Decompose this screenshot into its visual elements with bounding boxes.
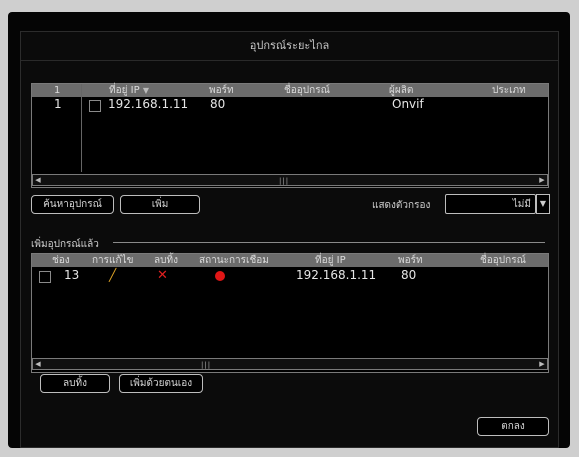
col-device-name[interactable]: ชื่ออุปกรณ์ bbox=[480, 254, 526, 267]
scroll-right-icon[interactable]: ▶ bbox=[537, 359, 547, 369]
dialog-title: อุปกรณ์ระยะไกล bbox=[249, 39, 330, 52]
row-port: 80 bbox=[210, 97, 226, 111]
scroll-thumb[interactable]: ||| bbox=[279, 177, 289, 185]
filter-dropdown-button[interactable]: ▼ bbox=[536, 194, 550, 214]
filter-select[interactable]: ไม่มี bbox=[445, 194, 536, 214]
row-ip: 192.168.1.11 bbox=[296, 268, 377, 282]
table-row[interactable]: 13 ╱ ✕ 192.168.1.11 80 bbox=[32, 268, 548, 284]
col-index: 1 bbox=[54, 85, 61, 96]
manual-add-button[interactable]: เพิ่มด้วยตนเอง bbox=[119, 374, 203, 393]
row-port: 80 bbox=[401, 268, 417, 282]
scroll-left-icon[interactable]: ◀ bbox=[33, 175, 43, 185]
horizontal-scrollbar[interactable]: ◀ ||| ▶ bbox=[32, 358, 548, 370]
search-device-button[interactable]: ค้นหาอุปกรณ์ bbox=[31, 195, 114, 214]
scroll-right-icon[interactable]: ▶ bbox=[537, 175, 547, 185]
added-devices-table: ช่อง การแก้ไข ลบทิ้ง สถานะการเชื่อม ที่อ… bbox=[31, 253, 549, 373]
col-delete[interactable]: ลบทิ้ง bbox=[154, 254, 178, 267]
col-edit[interactable]: การแก้ไข bbox=[92, 254, 133, 267]
col-port[interactable]: พอร์ท bbox=[398, 254, 423, 267]
table-header: ช่อง การแก้ไข ลบทิ้ง สถานะการเชื่อม ที่อ… bbox=[32, 254, 548, 267]
filter-label: แสดงตัวกรอง bbox=[372, 200, 431, 211]
edit-icon[interactable]: ╱ bbox=[109, 268, 116, 282]
row-manufacturer: Onvif bbox=[392, 97, 424, 111]
row-channel: 13 bbox=[64, 268, 80, 282]
col-manufacturer[interactable]: ผู้ผลิต bbox=[389, 84, 413, 97]
sort-desc-icon: ▼ bbox=[142, 86, 149, 95]
scroll-left-icon[interactable]: ◀ bbox=[33, 359, 43, 369]
chevron-down-icon: ▼ bbox=[539, 199, 547, 208]
delete-icon[interactable]: ✕ bbox=[157, 268, 168, 283]
delete-button[interactable]: ลบทิ้ง bbox=[40, 374, 110, 393]
col-connection-status[interactable]: สถานะการเชื่อม bbox=[199, 254, 289, 267]
col-ip[interactable]: ที่อยู่ IP bbox=[315, 254, 346, 267]
col-channel[interactable]: ช่อง bbox=[52, 254, 70, 267]
title-bar: อุปกรณ์ระยะไกล bbox=[21, 32, 558, 61]
col-ip[interactable]: ที่อยู่ IP ▼ bbox=[109, 84, 149, 97]
row-checkbox[interactable] bbox=[39, 271, 51, 283]
device-search-table: 1 ที่อยู่ IP ▼ พอร์ท ชื่ออุปกรณ์ ผู้ผลิต… bbox=[31, 83, 549, 188]
filter-value: ไม่มี bbox=[512, 199, 531, 210]
ok-button[interactable]: ตกลง bbox=[477, 417, 549, 436]
table-header: 1 ที่อยู่ IP ▼ พอร์ท ชื่ออุปกรณ์ ผู้ผลิต… bbox=[32, 84, 548, 97]
table-row[interactable]: 1 192.168.1.11 80 Onvif bbox=[32, 97, 548, 112]
section-divider bbox=[113, 242, 545, 243]
scroll-thumb[interactable]: ||| bbox=[201, 361, 211, 369]
add-button[interactable]: เพิ่ม bbox=[120, 195, 200, 214]
col-type[interactable]: ประเภท bbox=[492, 84, 526, 97]
row-index: 1 bbox=[54, 97, 62, 111]
remote-device-dialog: อุปกรณ์ระยะไกล 1 ที่อยู่ IP ▼ พอร์ท ชื่อ… bbox=[20, 31, 559, 448]
col-port[interactable]: พอร์ท bbox=[209, 84, 234, 97]
horizontal-scrollbar[interactable]: ◀ ||| ▶ bbox=[32, 174, 548, 186]
col-device-name[interactable]: ชื่ออุปกรณ์ bbox=[284, 84, 330, 97]
row-checkbox[interactable] bbox=[89, 100, 101, 112]
section-title-added-devices: เพิ่มอุปกรณ์แล้ว bbox=[31, 239, 99, 250]
status-dot-icon bbox=[215, 271, 225, 281]
row-ip: 192.168.1.11 bbox=[108, 97, 189, 111]
